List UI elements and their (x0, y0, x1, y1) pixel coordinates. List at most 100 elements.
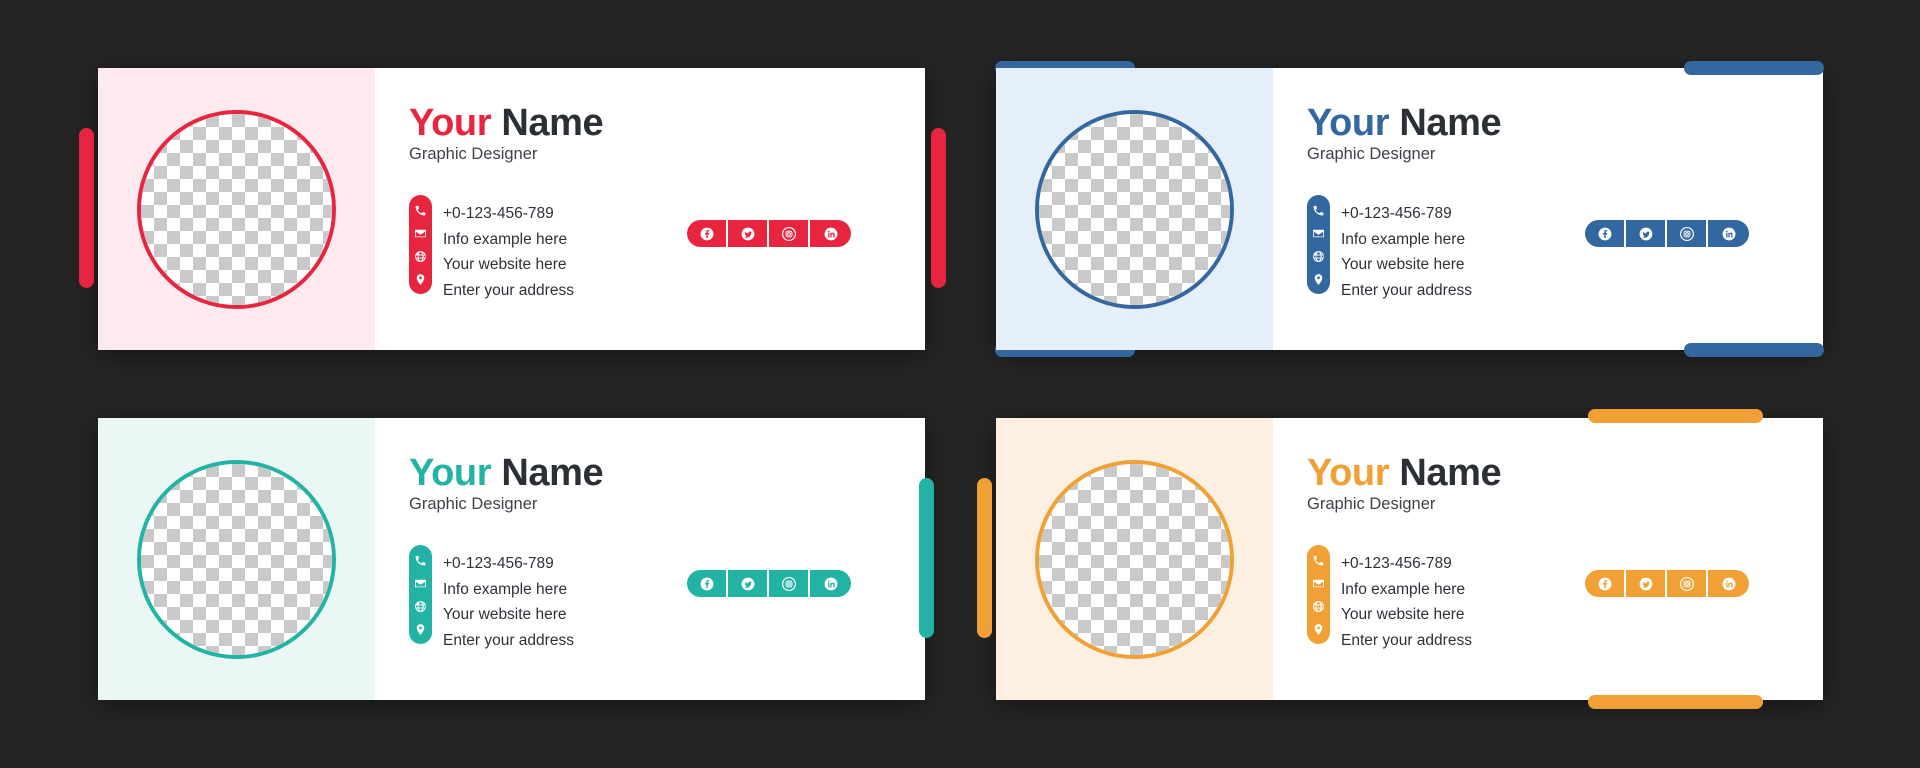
contact-address: Enter your address (1341, 631, 1472, 649)
contact-address: Enter your address (443, 631, 574, 649)
social-links-bar[interactable] (1585, 220, 1749, 247)
contact-icon-rail (1307, 545, 1330, 644)
contact-phone: +0-123-456-789 (1341, 205, 1452, 222)
facebook-icon[interactable] (1585, 220, 1626, 247)
signature-card-blue[interactable]: Your Name Graphic Designer +0-123-456-78… (995, 61, 1824, 357)
envelope-icon (414, 226, 428, 240)
envelope-icon (414, 576, 428, 590)
photo-placeholder-checkerboard (141, 463, 332, 655)
contact-icon-rail (409, 195, 432, 294)
page-title: Your Name (409, 104, 925, 142)
contact-lines: +0-123-456-789 Info example here Your we… (1341, 545, 1472, 653)
contact-block: +0-123-456-789 Info example here Your we… (1307, 195, 1472, 303)
phone-icon (414, 553, 428, 567)
location-pin-icon (1312, 272, 1326, 286)
facebook-icon[interactable] (687, 570, 728, 597)
instagram-icon[interactable] (769, 570, 810, 597)
contact-address: Enter your address (1341, 281, 1472, 299)
job-role: Graphic Designer (1307, 145, 1436, 163)
instagram-icon[interactable] (1667, 220, 1708, 247)
contact-phone: +0-123-456-789 (1341, 555, 1452, 572)
contact-website: Your website here (443, 606, 567, 623)
twitter-icon[interactable] (728, 220, 769, 247)
location-pin-icon (414, 622, 428, 636)
photo-placeholder-checkerboard (1039, 463, 1230, 655)
phone-icon (1312, 203, 1326, 217)
contact-icon-rail (409, 545, 432, 644)
social-links-bar[interactable] (687, 220, 851, 247)
card-content: Your Name Graphic Designer +0-123-456-78… (375, 68, 925, 350)
contact-block: +0-123-456-789 Info example here Your we… (409, 545, 574, 653)
photo-panel (996, 418, 1273, 700)
contact-email: Info example here (1341, 230, 1466, 248)
avatar-ring[interactable] (137, 459, 336, 659)
contact-email: Info example here (443, 580, 568, 598)
card-content: Your Name Graphic Designer +0-123-456-78… (1273, 68, 1823, 350)
name-first: Your (1307, 102, 1390, 144)
name-last: Name (1399, 452, 1502, 494)
avatar-ring[interactable] (137, 109, 336, 309)
envelope-icon (1312, 226, 1326, 240)
avatar-ring[interactable] (1035, 459, 1234, 659)
signature-card-red[interactable]: Your Name Graphic Designer +0-123-456-78… (79, 68, 946, 350)
page-title: Your Name (1307, 454, 1823, 492)
card-content: Your Name Graphic Designer +0-123-456-78… (375, 418, 925, 700)
name-first: Your (409, 102, 492, 144)
instagram-icon[interactable] (1667, 570, 1708, 597)
phone-icon (414, 203, 428, 217)
instagram-icon[interactable] (769, 220, 810, 247)
linkedin-icon[interactable] (1708, 220, 1749, 247)
location-pin-icon (1312, 622, 1326, 636)
contact-address: Enter your address (443, 281, 574, 299)
phone-icon (1312, 553, 1326, 567)
twitter-icon[interactable] (1626, 220, 1667, 247)
signature-card-teal[interactable]: Your Name Graphic Designer +0-123-456-78… (98, 418, 934, 700)
contact-block: +0-123-456-789 Info example here Your we… (409, 195, 574, 303)
social-links-bar[interactable] (687, 570, 851, 597)
photo-placeholder-checkerboard (141, 113, 332, 305)
globe-icon (1312, 599, 1326, 613)
facebook-icon[interactable] (687, 220, 728, 247)
photo-placeholder-checkerboard (1039, 113, 1230, 305)
facebook-icon[interactable] (1585, 570, 1626, 597)
accent-bar-left (79, 128, 94, 288)
accent-bar-right (931, 128, 946, 288)
location-pin-icon (414, 272, 428, 286)
avatar-ring[interactable] (1035, 109, 1234, 309)
social-links-bar[interactable] (1585, 570, 1749, 597)
signature-card-orange[interactable]: Your Name Graphic Designer +0-123-456-78… (977, 409, 1823, 709)
contact-icon-rail (1307, 195, 1330, 294)
contact-website: Your website here (1341, 606, 1465, 623)
name-last: Name (1399, 102, 1502, 144)
linkedin-icon[interactable] (810, 570, 851, 597)
globe-icon (1312, 249, 1326, 263)
card-content: Your Name Graphic Designer +0-123-456-78… (1273, 418, 1823, 700)
accent-bar-left (977, 478, 992, 638)
name-first: Your (409, 452, 492, 494)
globe-icon (414, 249, 428, 263)
contact-website: Your website here (443, 256, 567, 273)
envelope-icon (1312, 576, 1326, 590)
twitter-icon[interactable] (728, 570, 769, 597)
contact-lines: +0-123-456-789 Info example here Your we… (443, 195, 574, 303)
job-role: Graphic Designer (409, 495, 538, 513)
name-last: Name (501, 452, 604, 494)
twitter-icon[interactable] (1626, 570, 1667, 597)
contact-lines: +0-123-456-789 Info example here Your we… (443, 545, 574, 653)
globe-icon (414, 599, 428, 613)
linkedin-icon[interactable] (1708, 570, 1749, 597)
contact-phone: +0-123-456-789 (443, 205, 554, 222)
contact-block: +0-123-456-789 Info example here Your we… (1307, 545, 1472, 653)
photo-panel (98, 418, 375, 700)
photo-panel (996, 68, 1273, 350)
linkedin-icon[interactable] (810, 220, 851, 247)
contact-phone: +0-123-456-789 (443, 555, 554, 572)
job-role: Graphic Designer (409, 145, 538, 163)
contact-lines: +0-123-456-789 Info example here Your we… (1341, 195, 1472, 303)
name-last: Name (501, 102, 604, 144)
name-first: Your (1307, 452, 1390, 494)
page-title: Your Name (409, 454, 925, 492)
job-role: Graphic Designer (1307, 495, 1436, 513)
contact-email: Info example here (443, 230, 568, 248)
page-title: Your Name (1307, 104, 1823, 142)
